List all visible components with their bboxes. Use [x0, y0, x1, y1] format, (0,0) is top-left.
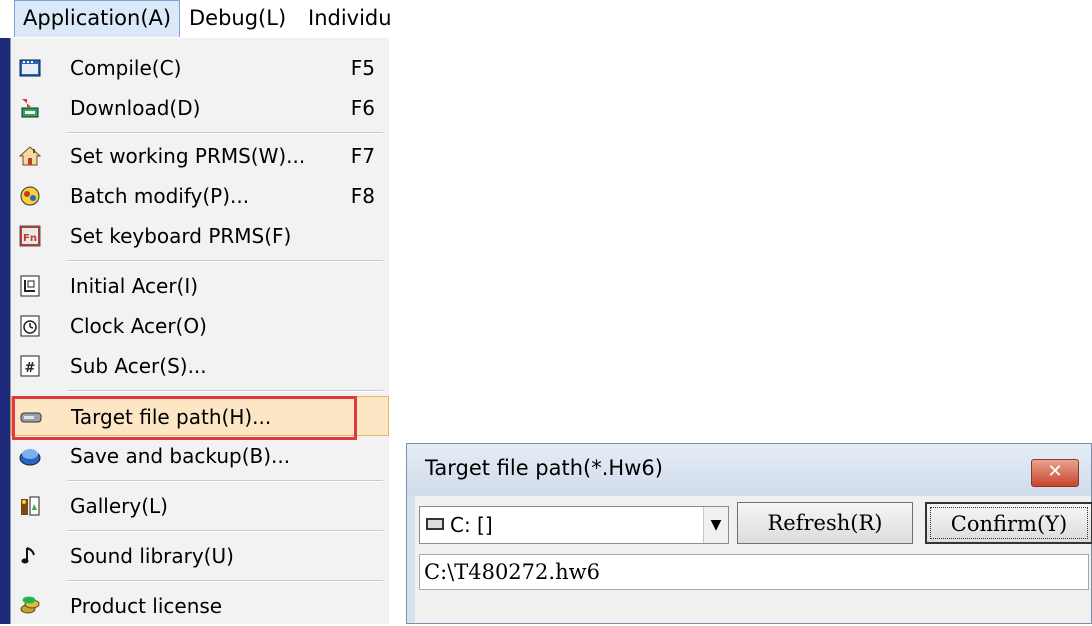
- menu-separator: [67, 530, 383, 532]
- menu-item-label: Clock Acer(O): [70, 314, 207, 338]
- drive-select[interactable]: C: [] ▼: [419, 506, 729, 544]
- menu-item-compile[interactable]: Compile(C) F5: [11, 48, 389, 88]
- menu-separator: [67, 260, 383, 262]
- dialog-titlebar: Target file path(*.Hw6) ✕: [407, 444, 1091, 496]
- shortcut-label: F7: [350, 144, 375, 168]
- menu-item-sub-acer[interactable]: # Sub Acer(S)...: [11, 346, 389, 386]
- shortcut-label: F5: [350, 56, 375, 80]
- batch-icon: [20, 186, 40, 206]
- menu-item-label: Save and backup(B)...: [70, 444, 291, 468]
- menu-item-sound-library[interactable]: Sound library(U): [11, 536, 389, 576]
- menu-debug[interactable]: Debug(L): [181, 0, 294, 38]
- focus-rect: [930, 507, 1088, 539]
- menu-individual[interactable]: Individu: [300, 0, 400, 38]
- path-input[interactable]: C:\T480272.hw6: [419, 554, 1089, 590]
- gallery-icon: [21, 496, 40, 516]
- menu-item-label: Product license: [70, 594, 223, 618]
- application-menu: Compile(C) F5 Download(D) F6 Set working…: [10, 38, 389, 624]
- shortcut-label: F8: [350, 184, 375, 208]
- sub-icon: #: [20, 355, 40, 377]
- menu-item-product-license[interactable]: Product license: [11, 586, 389, 626]
- menu-item-gallery[interactable]: Gallery(L): [11, 486, 389, 526]
- window-edge: [0, 38, 10, 624]
- menu-bar: Application(A) Debug(L) Individu: [0, 0, 392, 39]
- menu-item-label: Batch modify(P)...: [70, 184, 250, 208]
- menu-application[interactable]: Application(A): [14, 0, 181, 37]
- menu-item-label: Sub Acer(S)...: [70, 354, 207, 378]
- menu-item-batch-modify[interactable]: Batch modify(P)... F8: [11, 176, 389, 216]
- chevron-down-icon[interactable]: ▼: [703, 507, 728, 543]
- menu-separator: [67, 390, 383, 392]
- menu-item-download[interactable]: Download(D) F6: [11, 88, 389, 128]
- drive-icon: [426, 518, 444, 530]
- menu-item-label: Download(D): [70, 96, 201, 120]
- menu-item-clock-acer[interactable]: Clock Acer(O): [11, 306, 389, 346]
- svg-text:Fn: Fn: [23, 233, 37, 244]
- menu-separator: [67, 580, 383, 582]
- menu-item-label: Gallery(L): [70, 494, 168, 518]
- refresh-button[interactable]: Refresh(R): [737, 502, 913, 544]
- music-note-icon: [21, 547, 35, 564]
- menu-item-save-and-backup[interactable]: Save and backup(B)...: [11, 436, 389, 476]
- menu-item-set-keyboard-prms[interactable]: Fn Set keyboard PRMS(F): [11, 216, 389, 256]
- highlight-frame: [12, 396, 357, 440]
- coins-icon: [20, 596, 40, 614]
- menu-item-label: Compile(C): [70, 56, 182, 80]
- clock-icon: [20, 315, 40, 337]
- backup-icon: [19, 449, 41, 466]
- svg-text:#: #: [25, 361, 36, 376]
- target-file-path-dialog: Target file path(*.Hw6) ✕ C: [] ▼ Refres…: [406, 443, 1092, 624]
- menu-item-set-working-prms[interactable]: Set working PRMS(W)... F7: [11, 136, 389, 176]
- confirm-button[interactable]: Confirm(Y): [925, 502, 1092, 544]
- home-icon: [19, 146, 41, 166]
- dialog-body: C: [] ▼ Refresh(R) Confirm(Y) C:\T480272…: [415, 496, 1092, 623]
- menu-item-label: Set keyboard PRMS(F): [70, 224, 292, 248]
- menu-item-label: Set working PRMS(W)...: [70, 144, 306, 168]
- initial-icon: [20, 275, 40, 297]
- menu-item-label: Initial Acer(I): [70, 274, 199, 298]
- compile-icon: [19, 59, 41, 77]
- menu-separator: [67, 132, 383, 134]
- menu-item-label: Sound library(U): [70, 544, 234, 568]
- menu-item-initial-acer[interactable]: Initial Acer(I): [11, 266, 389, 306]
- close-icon: ✕: [1047, 461, 1063, 482]
- close-button[interactable]: ✕: [1031, 459, 1079, 487]
- drive-select-value: C: []: [450, 513, 493, 537]
- menu-separator: [67, 480, 383, 482]
- dialog-title: Target file path(*.Hw6): [425, 456, 663, 480]
- fn-key-icon: Fn: [19, 225, 41, 247]
- download-icon: [21, 99, 39, 118]
- shortcut-label: F6: [350, 96, 375, 120]
